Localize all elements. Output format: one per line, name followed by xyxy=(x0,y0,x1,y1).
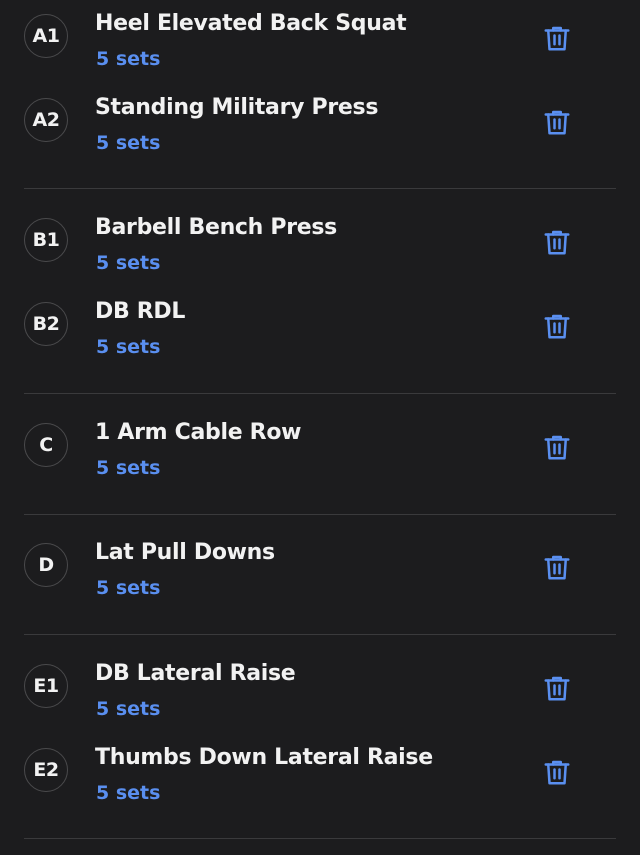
exercise-row[interactable]: B1 Barbell Bench Press 5 sets xyxy=(0,205,640,275)
section-divider xyxy=(24,393,616,394)
exercise-order-badge: A1 xyxy=(24,14,68,58)
trash-icon[interactable] xyxy=(542,311,572,341)
exercise-order-badge: E2 xyxy=(24,748,68,792)
section-divider xyxy=(24,188,616,189)
exercise-order-badge: B1 xyxy=(24,218,68,262)
trash-icon[interactable] xyxy=(542,107,572,137)
trash-icon[interactable] xyxy=(542,432,572,462)
exercise-row[interactable]: E2 Thumbs Down Lateral Raise 5 sets xyxy=(0,735,640,805)
exercise-order-badge: D xyxy=(24,543,68,587)
exercise-row[interactable]: C 1 Arm Cable Row 5 sets xyxy=(0,410,640,480)
trash-icon[interactable] xyxy=(542,23,572,53)
section-divider xyxy=(24,838,616,839)
exercise-name: Lat Pull Downs xyxy=(95,540,275,565)
exercise-sets: 5 sets xyxy=(96,252,161,274)
exercise-sets: 5 sets xyxy=(96,132,161,154)
exercise-sets: 5 sets xyxy=(96,457,161,479)
exercise-name: DB RDL xyxy=(95,299,186,324)
exercise-sets: 5 sets xyxy=(96,698,161,720)
exercise-name: DB Lateral Raise xyxy=(95,661,296,686)
exercise-row[interactable]: B2 DB RDL 5 sets xyxy=(0,289,640,359)
trash-icon[interactable] xyxy=(542,673,572,703)
exercise-name: Thumbs Down Lateral Raise xyxy=(95,745,433,770)
exercise-order-badge: B2 xyxy=(24,302,68,346)
exercise-order-badge: E1 xyxy=(24,664,68,708)
trash-icon[interactable] xyxy=(542,227,572,257)
exercise-row[interactable]: D Lat Pull Downs 5 sets xyxy=(0,530,640,600)
exercise-name: Standing Military Press xyxy=(95,95,379,120)
exercise-sets: 5 sets xyxy=(96,336,161,358)
exercise-order-badge: A2 xyxy=(24,98,68,142)
trash-icon[interactable] xyxy=(542,757,572,787)
trash-icon[interactable] xyxy=(542,552,572,582)
exercise-name: 1 Arm Cable Row xyxy=(95,420,302,445)
exercise-row[interactable]: E1 DB Lateral Raise 5 sets xyxy=(0,651,640,721)
exercise-row[interactable]: A2 Standing Military Press 5 sets xyxy=(0,85,640,155)
section-divider xyxy=(24,634,616,635)
exercise-row[interactable]: A1 Heel Elevated Back Squat 5 sets xyxy=(0,1,640,71)
exercise-order-badge: C xyxy=(24,423,68,467)
exercise-sets: 5 sets xyxy=(96,577,161,599)
exercise-list: A1 Heel Elevated Back Squat 5 sets A2 Standi… xyxy=(0,0,640,855)
section-divider xyxy=(24,514,616,515)
exercise-sets: 5 sets xyxy=(96,782,161,804)
exercise-name: Heel Elevated Back Squat xyxy=(95,11,407,36)
exercise-name: Barbell Bench Press xyxy=(95,215,337,240)
exercise-sets: 5 sets xyxy=(96,48,161,70)
